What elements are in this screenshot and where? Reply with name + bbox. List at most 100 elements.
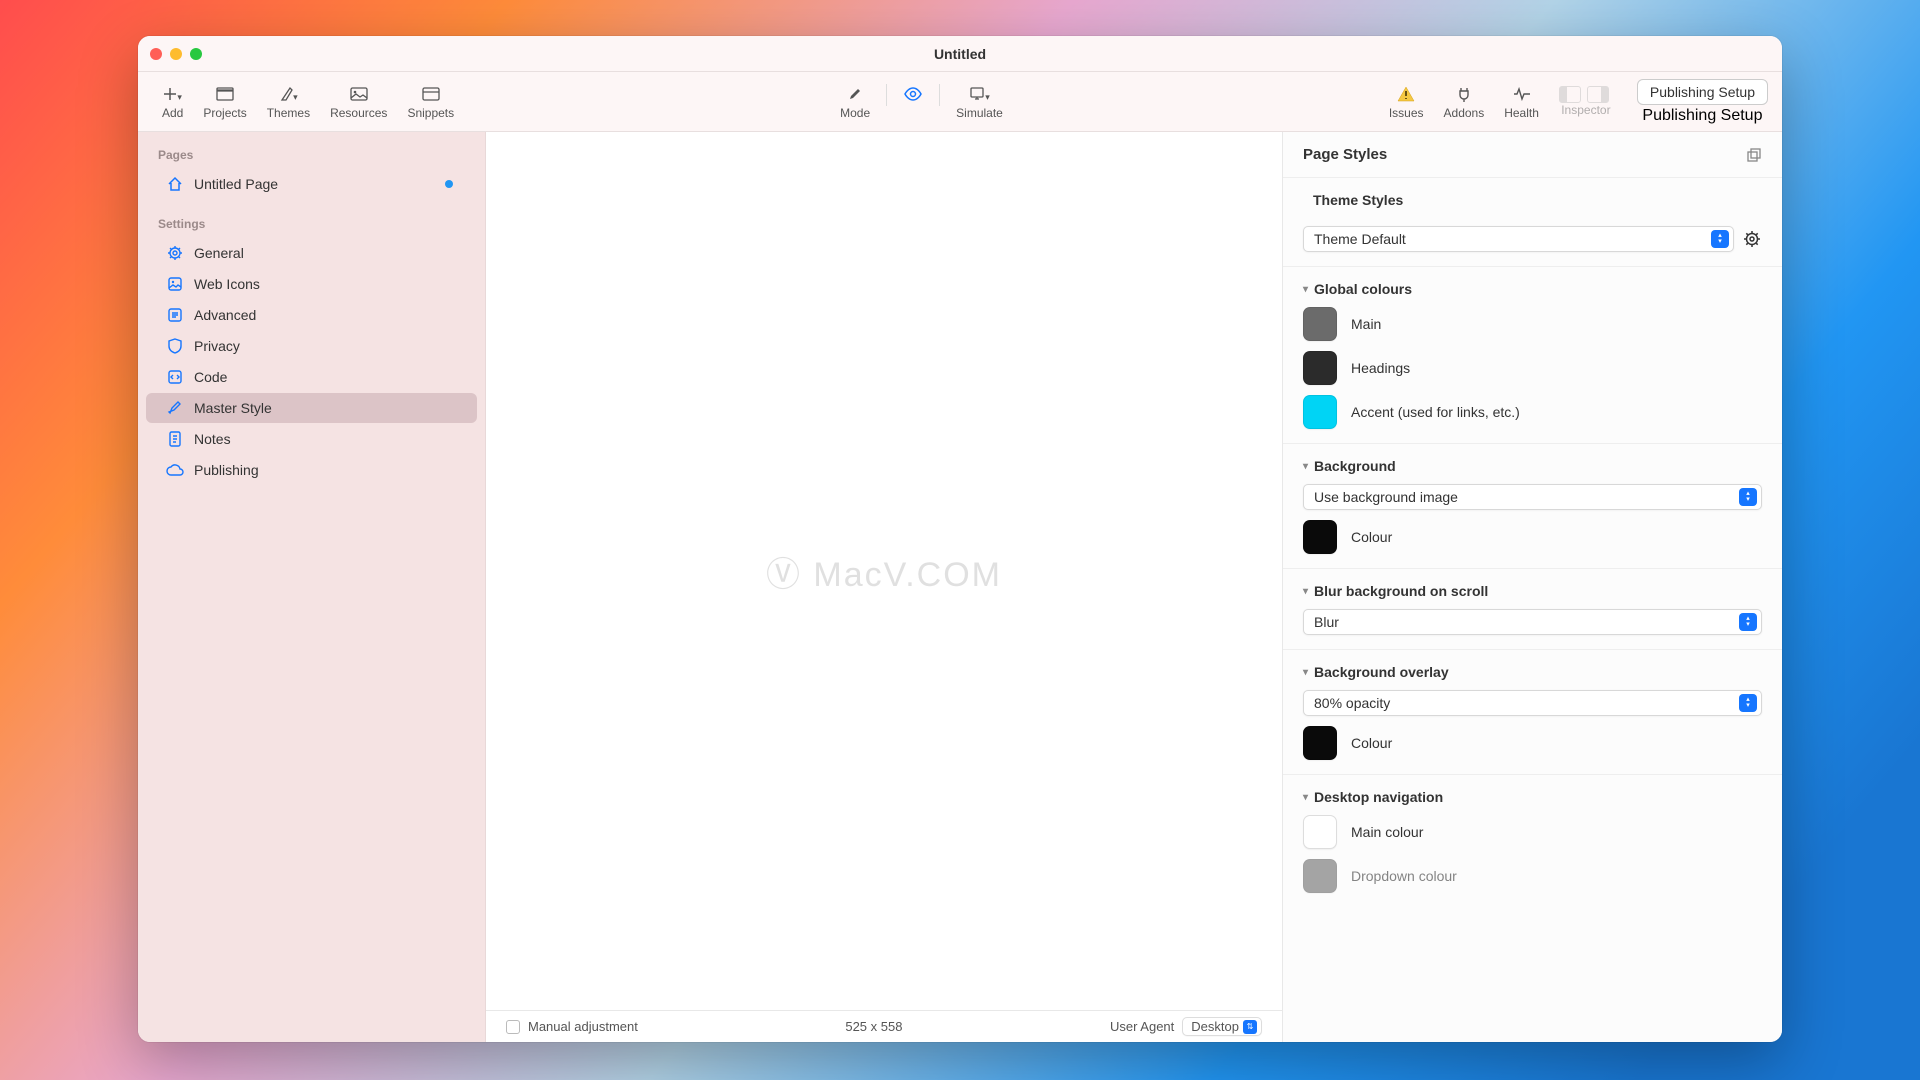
colour-headings[interactable]: Headings — [1303, 351, 1762, 385]
minimize-icon[interactable] — [170, 48, 182, 60]
canvas-dimensions: 525 x 558 — [845, 1019, 902, 1034]
chevron-down-icon: ▾ — [1303, 792, 1308, 803]
overlay-select[interactable]: 80% opacity ▴▾ — [1303, 690, 1762, 716]
toolbar-left-group: ▾ Add Projects ▾ Themes Resources Snippe… — [152, 80, 464, 124]
overlay-colour[interactable]: Colour — [1303, 726, 1762, 760]
zoom-icon[interactable] — [190, 48, 202, 60]
sidebar-item-notes[interactable]: Notes — [146, 424, 477, 454]
chevron-down-icon: ▾ — [1303, 667, 1308, 678]
sidebar: Pages Untitled Page Settings General Web… — [138, 132, 486, 1042]
section-overlay: ▾Background overlay 80% opacity ▴▾ Colou… — [1283, 650, 1782, 775]
projects-button[interactable]: Projects — [193, 80, 256, 124]
inspector-right-icon[interactable] — [1587, 86, 1609, 103]
section-header[interactable]: ▾Background — [1303, 458, 1762, 474]
blur-select[interactable]: Blur ▴▾ — [1303, 609, 1762, 635]
swatch[interactable] — [1303, 859, 1337, 893]
colour-accent[interactable]: Accent (used for links, etc.) — [1303, 395, 1762, 429]
select-value: Blur — [1314, 614, 1339, 630]
inspector-panel: Page Styles Theme Styles Theme Default ▴… — [1282, 132, 1782, 1042]
add-button[interactable]: ▾ Add — [152, 80, 193, 124]
eye-icon — [903, 84, 923, 104]
sidebar-item-label: Untitled Page — [194, 176, 278, 192]
user-agent-label: User Agent — [1110, 1019, 1174, 1034]
nav-dropdown-colour[interactable]: Dropdown colour — [1303, 859, 1762, 893]
sidebar-item-code[interactable]: Code — [146, 362, 477, 392]
manual-adjustment-label: Manual adjustment — [528, 1019, 638, 1034]
toolbar-right-group: Issues Addons Health Inspector Publishin… — [1379, 79, 1768, 125]
sidebar-item-publishing[interactable]: Publishing — [146, 455, 477, 485]
separator — [939, 84, 940, 106]
image-icon — [350, 84, 368, 104]
theme-styles-heading: Theme Styles — [1283, 178, 1782, 212]
canvas: Ⓥ MacV.COM Manual adjustment 525 x 558 U… — [486, 132, 1282, 1042]
sidebar-item-label: Master Style — [194, 400, 272, 416]
select-value: Use background image — [1314, 489, 1458, 505]
toolbar-center-group: Mode ▾ Simulate — [830, 80, 1013, 124]
inspector-button[interactable]: Inspector — [1549, 82, 1623, 121]
inspector-left-icon[interactable] — [1559, 86, 1581, 103]
section-header[interactable]: ▾Global colours — [1303, 281, 1762, 297]
section-header[interactable]: ▾Blur background on scroll — [1303, 583, 1762, 599]
chevron-down-icon: ▾ — [1303, 586, 1308, 597]
code-icon — [166, 368, 184, 386]
toolbar-label: Health — [1504, 106, 1539, 120]
sidebar-page-untitled[interactable]: Untitled Page — [146, 169, 477, 199]
sidebar-item-masterstyle[interactable]: Master Style — [146, 393, 477, 423]
shield-icon — [166, 337, 184, 355]
window-title: Untitled — [934, 46, 986, 62]
sidebar-item-privacy[interactable]: Privacy — [146, 331, 477, 361]
snippets-button[interactable]: Snippets — [397, 80, 464, 124]
addons-button[interactable]: Addons — [1434, 80, 1495, 124]
chevron-updown-icon: ⇅ — [1243, 1020, 1257, 1034]
swatch[interactable] — [1303, 520, 1337, 554]
mode-button[interactable]: Mode — [830, 80, 880, 124]
section-header[interactable]: ▾Desktop navigation — [1303, 789, 1762, 805]
toolbar-label: Simulate — [956, 106, 1003, 120]
close-icon[interactable] — [150, 48, 162, 60]
resources-button[interactable]: Resources — [320, 80, 397, 124]
sidebar-item-label: Web Icons — [194, 276, 260, 292]
preview-eye-button[interactable] — [893, 80, 933, 124]
health-button[interactable]: Health — [1494, 80, 1549, 124]
plus-icon: ▾ — [162, 84, 183, 104]
webicon-icon — [166, 275, 184, 293]
gear-icon[interactable] — [1742, 229, 1762, 249]
plug-icon — [1457, 84, 1471, 104]
snippet-icon — [422, 84, 440, 104]
swatch[interactable] — [1303, 307, 1337, 341]
theme-select[interactable]: Theme Default ▴▾ — [1303, 226, 1734, 252]
inspector-header: Page Styles — [1283, 132, 1782, 178]
background-select[interactable]: Use background image ▴▾ — [1303, 484, 1762, 510]
swatch[interactable] — [1303, 815, 1337, 849]
user-agent-select[interactable]: Desktop ⇅ — [1182, 1017, 1262, 1036]
sidebar-item-label: Advanced — [194, 307, 256, 323]
simulate-button[interactable]: ▾ Simulate — [946, 80, 1013, 124]
sidebar-item-webicons[interactable]: Web Icons — [146, 269, 477, 299]
background-colour[interactable]: Colour — [1303, 520, 1762, 554]
popout-icon[interactable] — [1746, 147, 1762, 163]
sidebar-item-label: General — [194, 245, 244, 261]
themes-button[interactable]: ▾ Themes — [257, 80, 320, 124]
chevron-updown-icon: ▴▾ — [1739, 613, 1757, 631]
issues-button[interactable]: Issues — [1379, 80, 1434, 124]
swatch[interactable] — [1303, 395, 1337, 429]
nav-main-colour[interactable]: Main colour — [1303, 815, 1762, 849]
sidebar-item-advanced[interactable]: Advanced — [146, 300, 477, 330]
app-window: Untitled ▾ Add Projects ▾ Themes Resourc… — [138, 36, 1782, 1042]
manual-adjustment-checkbox[interactable] — [506, 1020, 520, 1034]
section-global-colours: ▾Global colours Main Headings Accent (us… — [1283, 267, 1782, 444]
toolbar-label: Themes — [267, 106, 310, 120]
publishing-setup-button[interactable]: Publishing Setup — [1637, 79, 1768, 105]
swatch[interactable] — [1303, 726, 1337, 760]
titlebar: Untitled — [138, 36, 1782, 72]
section-header[interactable]: ▾Background overlay — [1303, 664, 1762, 680]
cloud-icon — [166, 461, 184, 479]
toolbar-label: Addons — [1444, 106, 1485, 120]
gear-icon — [166, 244, 184, 262]
sidebar-item-label: Code — [194, 369, 227, 385]
colour-main[interactable]: Main — [1303, 307, 1762, 341]
swatch[interactable] — [1303, 351, 1337, 385]
sidebar-item-general[interactable]: General — [146, 238, 477, 268]
chevron-down-icon: ▾ — [1303, 284, 1308, 295]
theme-select-value: Theme Default — [1314, 231, 1406, 247]
